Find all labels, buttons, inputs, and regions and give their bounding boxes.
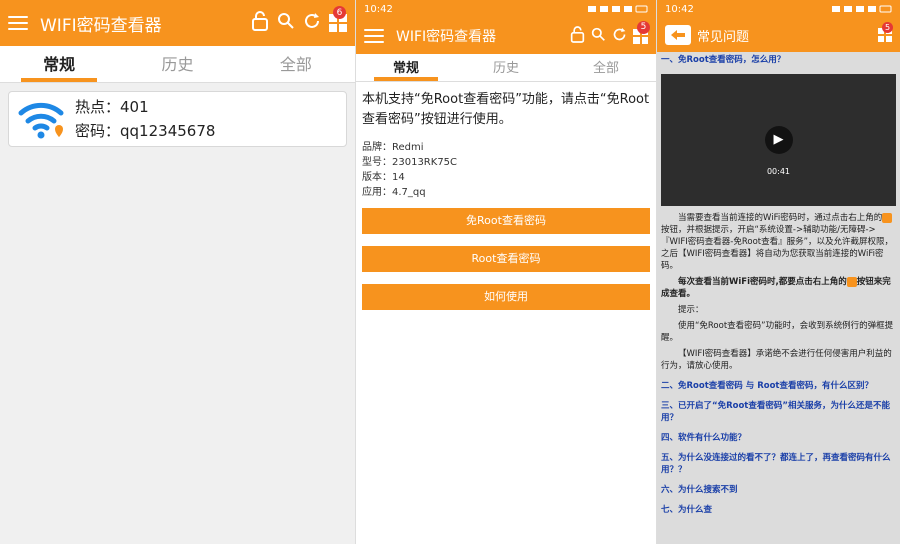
answer-paragraph-1: 当需要查看当前连接的WiFi密码时，通过点击右上角的按钮，并根据提示，开启“系统…: [661, 212, 894, 271]
lock-icon: [882, 212, 893, 223]
tip-1: 使用“免Root查看密码”功能时，会收到系统例行的弹框提醒。: [661, 321, 894, 343]
tip-2: 【WIFI密码查看器】承诺绝不会进行任何侵害用户利益的行为，请放心使用。: [661, 349, 892, 371]
status-time: 10:42: [364, 3, 393, 15]
how-to-use-button[interactable]: 如何使用: [362, 284, 650, 310]
play-icon[interactable]: ▶: [764, 126, 793, 154]
wifi-details: 热点：401 密码：qq12345678: [75, 95, 215, 143]
page-title: 常见问题: [697, 29, 750, 45]
status-bar: 10:42: [657, 0, 900, 18]
apps-grid-icon[interactable]: 5: [878, 22, 893, 42]
no-root-view-button[interactable]: 免Root查看密码: [362, 208, 650, 234]
faq-question-2[interactable]: 二、免Root查看密码 与 Root查看密码，有什么区别？: [661, 380, 896, 392]
lock-icon[interactable]: [570, 25, 585, 47]
wifi-icon: [17, 97, 65, 141]
faq-question-4[interactable]: 四、软件有什么功能？: [661, 432, 896, 444]
tab-history[interactable]: 历史: [456, 54, 556, 81]
password-label: 密码：: [75, 122, 121, 140]
tip-title: 提示：: [678, 305, 704, 315]
faq-question-7[interactable]: 七、为什么查: [661, 504, 896, 516]
faq-content: 一、免Root查看密码，怎么用？ ▶ 00:41 当需要查看当前连接的WiFi密…: [657, 52, 900, 526]
app-title: WIFI密码查看器: [40, 15, 162, 36]
status-bar: 10:42: [356, 0, 656, 18]
notification-badge: 5: [637, 20, 650, 34]
app-bar: WIFI密码查看器 5: [356, 18, 656, 54]
faq-question-1[interactable]: 一、免Root查看密码，怎么用？: [661, 54, 896, 66]
panel-faq: 10:42 常见问题 5 一、免Root查看密码，怎么用？ ▶ 00:41 当需…: [656, 0, 900, 544]
panel-general-tab: 10:42 WIFI密码查看器 5 常规 历史 全部 本机支持“免Root查看密…: [355, 0, 656, 544]
screenshot-collage: WIFI密码查看器 6 常规 历史 全部 热点：401 密码：qq1234567…: [0, 0, 900, 544]
app-title: WIFI密码查看器: [396, 29, 497, 45]
search-icon[interactable]: [277, 12, 295, 35]
notification-badge: 5: [882, 22, 893, 33]
ssid-value: 401: [120, 98, 149, 116]
refresh-icon[interactable]: [612, 27, 627, 46]
notification-badge: 6: [333, 6, 346, 19]
menu-icon[interactable]: [8, 16, 28, 30]
answer-paragraph-2: 每次查看当前WiFi密码时,都要点击右上角的 按钮来完成查看。: [661, 276, 891, 299]
refresh-icon[interactable]: [303, 12, 321, 35]
password-value: qq12345678: [120, 122, 216, 140]
status-icons: [832, 4, 892, 14]
ssid-label: 热点：: [75, 98, 121, 116]
status-icons: [588, 4, 648, 14]
faq-question-3[interactable]: 三、已开启了“免Root查看密码”相关服务，为什么还是不能用？: [661, 400, 896, 424]
faq-question-5[interactable]: 五、为什么没连接过的看不了？都连上了，再查看密码有什么用？？: [661, 452, 896, 476]
root-view-button[interactable]: Root查看密码: [362, 246, 650, 272]
info-app: 应用：4.7_qq: [362, 187, 426, 198]
apps-grid-icon[interactable]: 5: [633, 20, 650, 44]
back-arrow-icon[interactable]: [665, 25, 691, 45]
faq-question-6[interactable]: 六、为什么搜索不到: [661, 484, 896, 496]
info-model: 型号：23013RK75C: [362, 157, 458, 168]
tab-general[interactable]: 常规: [0, 46, 118, 82]
app-bar: 常见问题 5: [657, 18, 900, 52]
tab-all[interactable]: 全部: [556, 54, 656, 81]
menu-icon[interactable]: [364, 29, 384, 43]
tab-history[interactable]: 历史: [118, 46, 236, 82]
info-brand: 品牌：Redmi: [362, 142, 424, 153]
general-content: 本机支持“免Root查看密码”功能，请点击“免Root查看密码”按钮进行使用。 …: [356, 82, 656, 330]
tutorial-video[interactable]: ▶ 00:41: [661, 74, 896, 206]
apps-grid-icon[interactable]: 6: [329, 6, 347, 32]
lock-icon[interactable]: [251, 10, 269, 36]
video-time: 00:41: [766, 167, 791, 176]
app-bar: WIFI密码查看器 6: [0, 0, 355, 46]
lock-icon: [846, 276, 857, 287]
panel-main-list: WIFI密码查看器 6 常规 历史 全部 热点：401 密码：qq1234567…: [0, 0, 355, 544]
tab-bar: 常规 历史 全部: [356, 54, 656, 82]
tab-general[interactable]: 常规: [356, 54, 456, 81]
device-info: 品牌：Redmi 型号：23013RK75C 版本：14 应用：4.7_qq: [362, 140, 650, 200]
intro-text: 本机支持“免Root查看密码”功能，请点击“免Root查看密码”按钮进行使用。: [362, 92, 650, 127]
info-version: 版本：14: [362, 172, 405, 183]
tab-all[interactable]: 全部: [237, 46, 355, 82]
status-time: 10:42: [665, 3, 694, 15]
tab-bar: 常规 历史 全部: [0, 46, 355, 83]
search-icon[interactable]: [591, 27, 606, 46]
wifi-list-item[interactable]: 热点：401 密码：qq12345678: [8, 91, 347, 147]
